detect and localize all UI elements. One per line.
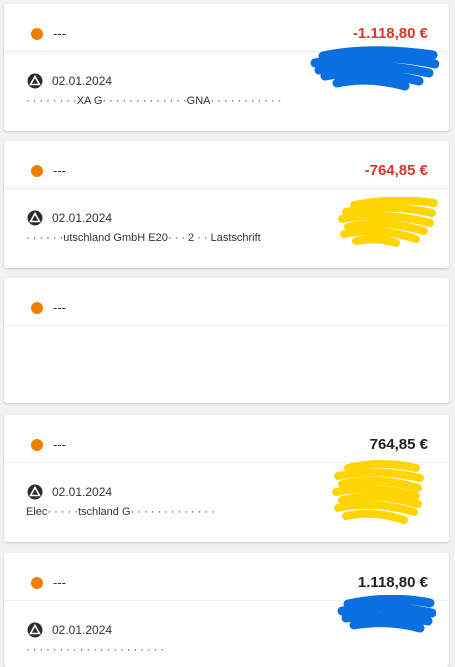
sparkasse-logo-icon <box>27 622 43 638</box>
transaction-card[interactable]: --- <box>4 278 449 403</box>
status-dot <box>31 165 43 177</box>
transaction-reference: · · · · · ·utschland GmbH E20· · · 2 · ·… <box>26 232 261 244</box>
transaction-amount: -1.118,80 € <box>352 25 428 42</box>
transaction-header: --- -1.118,80 € <box>4 4 449 52</box>
transaction-card[interactable]: --- -764,85 € 02.01.2024 · · · · · ·utsc… <box>4 141 449 268</box>
transaction-description: --- <box>53 300 66 315</box>
status-dot <box>31 577 43 589</box>
transaction-header: --- -764,85 € <box>4 141 449 189</box>
sparkasse-logo-icon <box>27 484 43 500</box>
transaction-reference: · · · · · · · · · · · · · · · · · · · · … <box>26 644 165 656</box>
sparkasse-logo-icon <box>27 73 43 89</box>
transaction-details: 02.01.2024 · · · · · · · · · · · · · · ·… <box>4 601 449 667</box>
transaction-details: 02.01.2024 · · · · · ·utschland GmbH E20… <box>4 189 449 271</box>
transaction-date: 02.01.2024 <box>52 74 113 88</box>
status-dot <box>31 302 43 314</box>
transaction-card[interactable]: --- -1.118,80 € 02.01.2024 · · · · · · ·… <box>4 4 449 131</box>
transaction-description: --- <box>53 26 66 41</box>
transaction-amount: 764,85 € <box>369 436 428 453</box>
transaction-card[interactable]: --- 1.118,80 € 02.01.2024 · · · · · · · … <box>4 553 449 667</box>
transaction-date: 02.01.2024 <box>52 211 113 225</box>
transaction-amount: 1.118,80 € <box>357 574 428 591</box>
status-dot <box>31 28 43 40</box>
transaction-date: 02.01.2024 <box>52 485 113 499</box>
transaction-amount: -764,85 € <box>364 162 428 179</box>
transaction-date: 02.01.2024 <box>52 623 113 637</box>
transaction-details: 02.01.2024 Elec· · · · ·tschland G· · · … <box>4 463 449 545</box>
transaction-reference <box>26 369 426 385</box>
transaction-header: --- 764,85 € <box>4 415 449 463</box>
transaction-description: --- <box>53 163 66 178</box>
sparkasse-logo-icon <box>27 210 43 226</box>
transaction-reference: Elec· · · · ·tschland G· · · · · · · · ·… <box>26 506 215 518</box>
transaction-description: --- <box>53 437 66 452</box>
transaction-details <box>4 326 449 408</box>
transaction-header: --- <box>4 278 449 326</box>
transaction-card[interactable]: --- 764,85 € 02.01.2024 Elec· · · · ·tsc… <box>4 415 449 542</box>
transaction-description: --- <box>53 575 66 590</box>
transaction-header: --- 1.118,80 € <box>4 553 449 601</box>
transaction-reference: · · · · · · · ·XA G· · · · · · · · · · ·… <box>26 95 282 107</box>
transaction-details: 02.01.2024 · · · · · · · ·XA G· · · · · … <box>4 52 449 134</box>
status-dot <box>31 439 43 451</box>
